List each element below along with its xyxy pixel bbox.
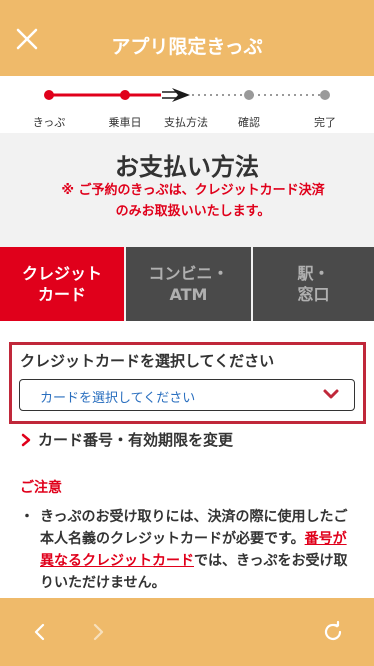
chevron-right-icon	[21, 433, 31, 446]
bottom-toolbar	[0, 598, 374, 666]
app-header: アプリ限定きっぷ	[0, 0, 374, 76]
step-label-confirm: 確認	[238, 116, 260, 129]
step-dot-date	[120, 90, 130, 100]
step-label-complete: 完了	[314, 116, 336, 129]
caution-text: ・ きっぷのお受け取りには、決済の際に使用したご本人名義のクレジットカードが必要…	[20, 506, 358, 594]
step-indicator: きっぷ 乗車日 支払方法 確認 完了	[0, 76, 374, 133]
step-dot-ticket	[44, 90, 54, 100]
reload-icon[interactable]	[321, 620, 345, 644]
train-arrow-icon	[162, 88, 190, 102]
change-card-label: カード番号・有効期限を変更	[38, 431, 234, 449]
caution-title: ご注意	[20, 480, 62, 496]
tab-station-counter[interactable]: 駅・ 窓口	[253, 247, 374, 321]
step-label-payment: 支払方法	[164, 116, 208, 129]
caution-text-before: きっぷのお受け取りには、決済の際に使用したご本人名義のクレジットカードが必要です…	[40, 509, 348, 547]
card-select-value[interactable]: カードを選択してください	[40, 387, 195, 406]
step-dot-complete	[320, 90, 330, 100]
chevron-down-icon[interactable]	[322, 386, 340, 402]
header-title: アプリ限定きっぷ	[111, 36, 263, 58]
notice-line-2: のみお取扱いいたします。	[115, 204, 271, 219]
notice-line-1: ※ ご予約のきっぷは、クレジットカード決済	[61, 183, 325, 198]
chevron-left-icon[interactable]	[28, 620, 52, 644]
card-select-label: クレジットカードを選択してください	[20, 352, 275, 370]
step-dot-confirm	[244, 90, 254, 100]
change-card-link[interactable]: カード番号・有効期限を変更	[20, 429, 233, 450]
chevron-right-icon[interactable]	[86, 620, 110, 644]
step-label-date: 乗車日	[108, 116, 142, 129]
payment-tabs: クレジット カード コンビニ・ ATM 駅・ 窓口	[0, 247, 374, 321]
page-title: お支払い方法	[115, 153, 259, 181]
tab-credit-card[interactable]: クレジット カード	[0, 247, 124, 321]
payment-notice: ※ ご予約のきっぷは、クレジットカード決済 のみお取扱いいたします。	[32, 180, 354, 222]
tab-convenience-atm[interactable]: コンビニ・ ATM	[126, 247, 251, 321]
caution-bullet: ・	[20, 509, 34, 525]
step-label-ticket: きっぷ	[32, 116, 66, 129]
